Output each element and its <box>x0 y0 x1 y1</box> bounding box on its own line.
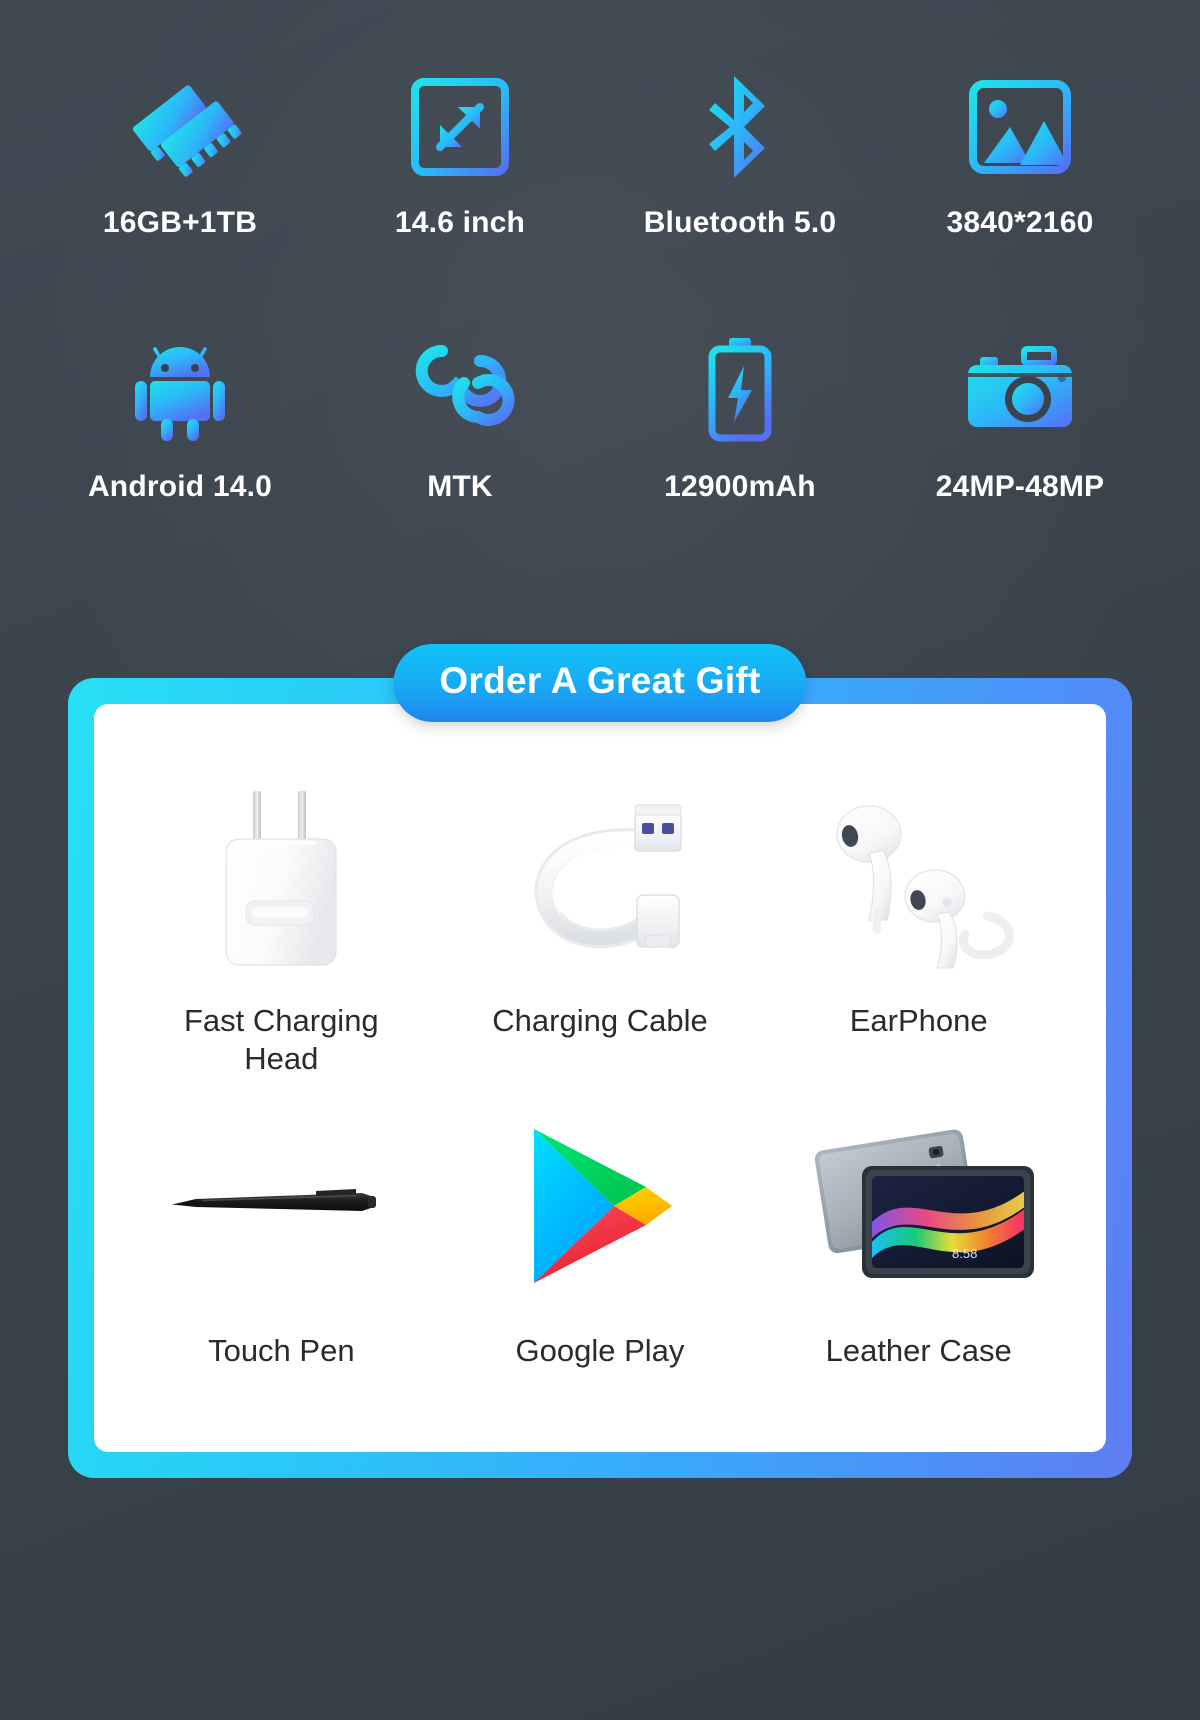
spec-label: 3840*2160 <box>946 206 1094 239</box>
spec-item-screen-size: 14.6 inch <box>320 68 600 330</box>
charger-head-image <box>122 762 441 994</box>
spec-label: 24MP-48MP <box>935 470 1105 503</box>
gift-item-charger: Fast Charging Head <box>122 762 441 1102</box>
gift-label: EarPhone <box>849 1003 988 1038</box>
gift-item-leather-case: 8:58 Leather Case <box>759 1102 1078 1442</box>
spec-label: Bluetooth 5.0 <box>643 206 837 239</box>
tablet-leather-case-image: 8:58 <box>759 1102 1078 1310</box>
camera-icon <box>966 330 1074 448</box>
screen-expand-icon <box>410 68 510 186</box>
gift-label: Google Play <box>515 1333 685 1368</box>
battery-charge-icon <box>707 330 773 448</box>
gift-label: Touch Pen <box>208 1333 355 1368</box>
image-resolution-icon <box>968 68 1072 186</box>
stylus-pen-image <box>122 1102 441 1310</box>
svg-text:8:58: 8:58 <box>952 1246 977 1261</box>
gift-item-stylus: Touch Pen <box>122 1102 441 1442</box>
gift-section: Order A Great Gift Fast Charging Head Ch… <box>68 644 1132 1478</box>
spec-label: 14.6 inch <box>394 206 526 239</box>
usb-cable-image <box>441 762 760 994</box>
earphone-image <box>759 762 1078 994</box>
memory-ram-icon <box>122 68 242 186</box>
specifications-grid: 16GB+1TB 14.6 inch Bluetooth 5.0 3840*21… <box>40 68 1160 592</box>
spec-label: 12900mAh <box>664 470 816 503</box>
spec-item-battery: 12900mAh <box>600 330 880 592</box>
gift-label: Fast Charging Head <box>183 1003 379 1076</box>
gift-item-cable: Charging Cable <box>441 762 760 1102</box>
spec-item-storage: 16GB+1TB <box>40 68 320 330</box>
gift-label: Leather Case <box>825 1333 1012 1368</box>
spec-label: Android 14.0 <box>87 470 273 503</box>
gift-item-earphone: EarPhone <box>759 762 1078 1102</box>
google-play-logo <box>441 1102 760 1310</box>
spec-item-bluetooth: Bluetooth 5.0 <box>600 68 880 330</box>
spec-item-camera: 24MP-48MP <box>880 330 1160 592</box>
product-detail-page: 16GB+1TB 14.6 inch Bluetooth 5.0 3840*21… <box>0 0 1200 1720</box>
bluetooth-icon <box>703 68 777 186</box>
spec-item-chipset: MTK <box>320 330 600 592</box>
spec-label: 16GB+1TB <box>102 206 258 239</box>
spec-item-os: Android 14.0 <box>40 330 320 592</box>
gift-item-google-play: Google Play <box>441 1102 760 1442</box>
chipset-infinity-icon <box>408 330 515 448</box>
android-robot-icon <box>133 330 227 448</box>
spec-label: MTK <box>427 470 493 503</box>
gift-badge: Order A Great Gift <box>393 644 807 722</box>
gift-items-grid: Fast Charging Head Charging Cable EarPho… <box>94 704 1106 1452</box>
gift-label: Charging Cable <box>492 1003 708 1038</box>
spec-item-resolution: 3840*2160 <box>880 68 1160 330</box>
